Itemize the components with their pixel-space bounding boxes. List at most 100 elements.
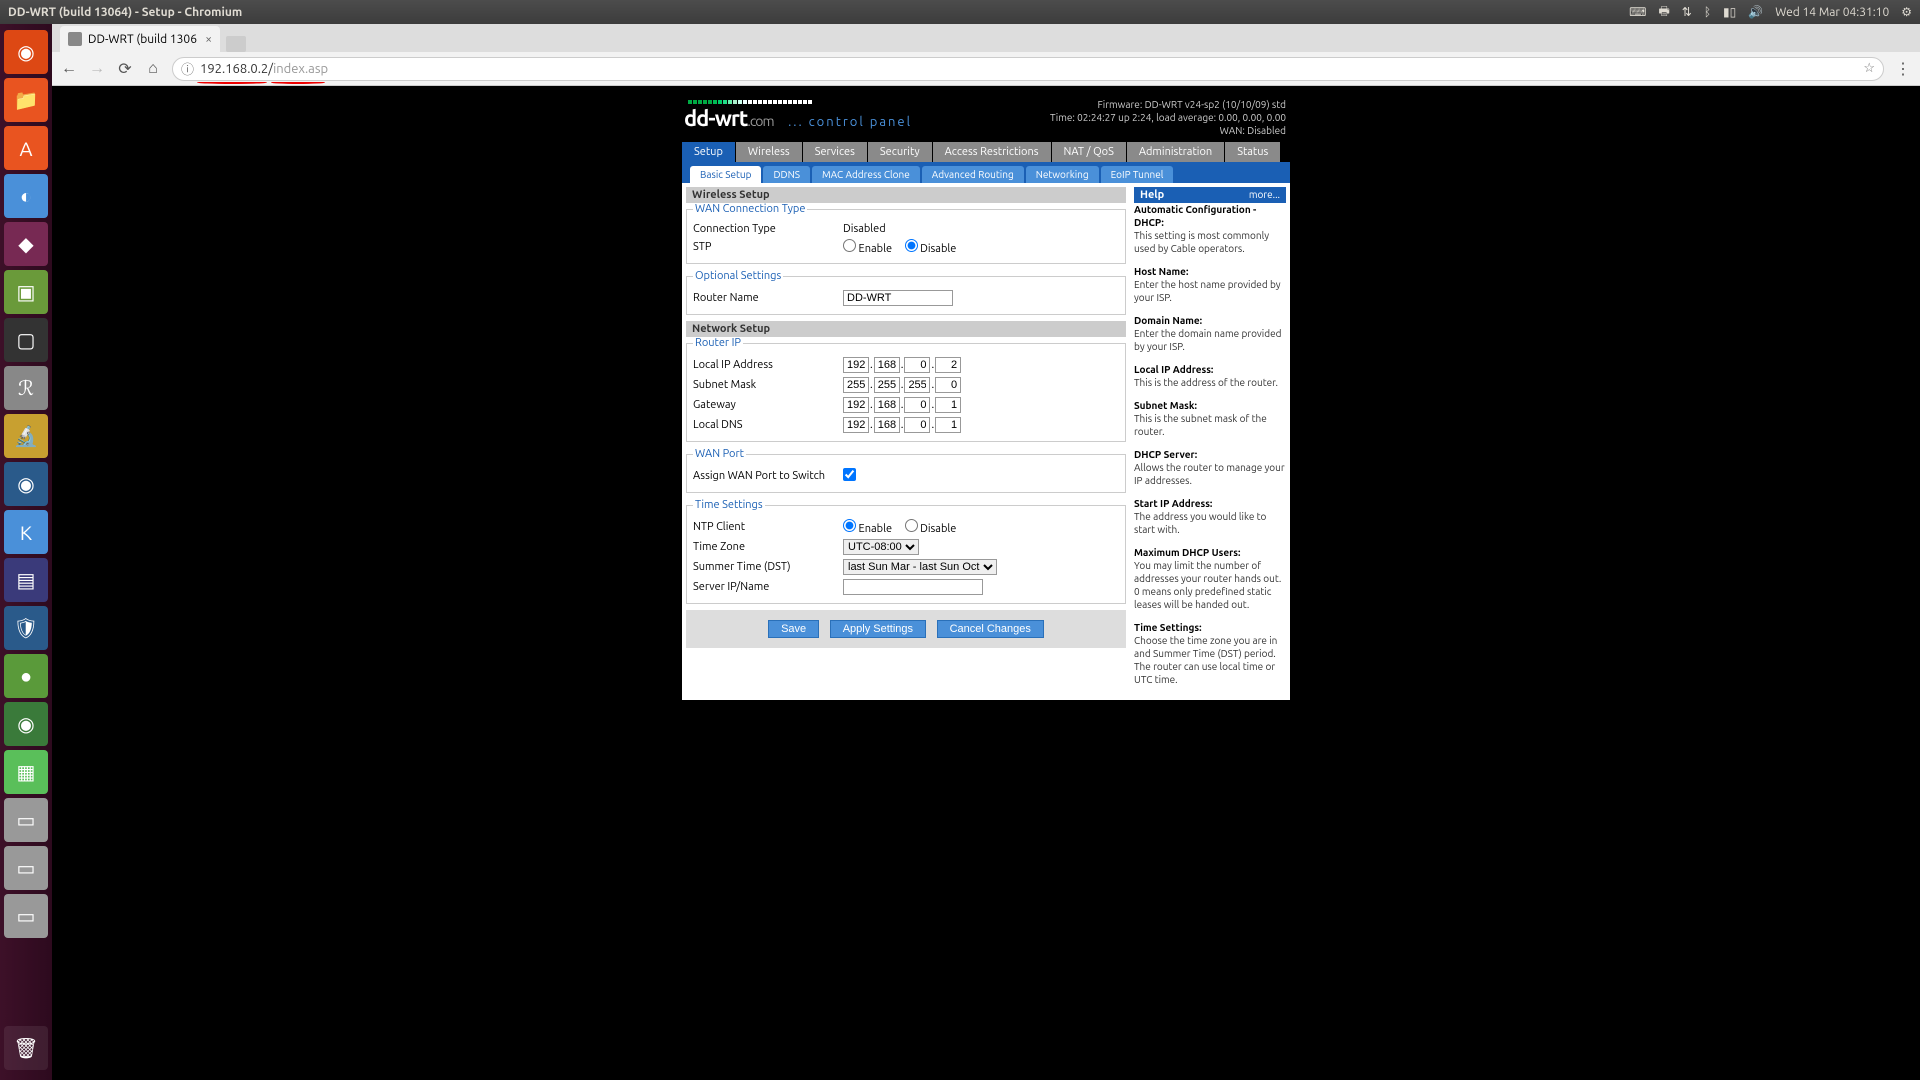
gateway-3[interactable] [935, 397, 961, 413]
address-bar[interactable]: ⓘ 192.168.0.2/index.asp ☆ [172, 57, 1884, 81]
app-icon-14[interactable]: ▭ [4, 894, 48, 938]
ntp-disable-radio[interactable] [905, 519, 918, 532]
router-name-input[interactable] [843, 290, 953, 306]
subtab-mac-clone[interactable]: MAC Address Clone [812, 166, 920, 183]
dns-1[interactable] [874, 417, 900, 433]
help-item: Host Name:Enter the host name provided b… [1134, 265, 1286, 304]
app-icon-12[interactable]: ▭ [4, 798, 48, 842]
server-input[interactable] [843, 579, 983, 595]
chrome-toolbar: ← → ⟳ ⌂ ⓘ 192.168.0.2/index.asp ☆ ⋮ [52, 52, 1920, 86]
tz-select[interactable]: UTC-08:00 [843, 539, 919, 555]
local-ip-3[interactable] [935, 357, 961, 373]
help-item: Maximum DHCP Users:You may limit the num… [1134, 546, 1286, 611]
subtab-basic-setup[interactable]: Basic Setup [690, 166, 761, 183]
gateway-2[interactable] [904, 397, 930, 413]
gateway-0[interactable] [843, 397, 869, 413]
subtab-adv-routing[interactable]: Advanced Routing [922, 166, 1024, 183]
control-panel-label: ... control panel [788, 115, 912, 129]
subnet-3[interactable] [935, 377, 961, 393]
app-icon-4[interactable]: 🔬 [4, 414, 48, 458]
trash-icon[interactable]: 🗑 [4, 1026, 48, 1070]
back-button[interactable]: ← [60, 59, 78, 78]
subtab-eoip[interactable]: EoIP Tunnel [1101, 166, 1174, 183]
header-status: Firmware: DD-WRT v24-sp2 (10/10/09) std … [1050, 98, 1286, 137]
forward-button[interactable]: → [88, 59, 106, 78]
fieldset-router-ip: Router IP Local IP Address ... Subnet Ma… [686, 337, 1126, 442]
browser-tab[interactable]: DD-WRT (build 1306 × [60, 26, 220, 52]
terminal-icon[interactable]: ▢ [4, 318, 48, 362]
url-host: 192.168.0.2/ [200, 62, 273, 76]
tab-security[interactable]: Security [868, 142, 933, 162]
help-item: DHCP Server:Allows the router to manage … [1134, 448, 1286, 487]
stp-enable-radio[interactable] [843, 239, 856, 252]
tab-access-restrictions[interactable]: Access Restrictions [933, 142, 1052, 162]
menu-icon[interactable]: ⋮ [1894, 59, 1912, 78]
stp-disable-radio[interactable] [905, 239, 918, 252]
favicon [68, 32, 82, 46]
app-icon-9[interactable]: ● [4, 654, 48, 698]
app-icon-2[interactable]: ▣ [4, 270, 48, 314]
tab-administration[interactable]: Administration [1127, 142, 1225, 162]
reload-button[interactable]: ⟳ [116, 59, 134, 78]
bookmark-star-icon[interactable]: ☆ [1863, 61, 1875, 76]
software-icon[interactable]: A [4, 126, 48, 170]
local-ip-2[interactable] [904, 357, 930, 373]
app-icon-10[interactable]: ◉ [4, 702, 48, 746]
dns-2[interactable] [904, 417, 930, 433]
cancel-button[interactable]: Cancel Changes [937, 620, 1044, 638]
tab-wireless[interactable]: Wireless [736, 142, 803, 162]
button-row: Save Apply Settings Cancel Changes [686, 610, 1126, 648]
subtab-networking[interactable]: Networking [1026, 166, 1099, 183]
new-tab-button[interactable] [226, 36, 246, 52]
keyboard-icon[interactable]: ⌨ [1629, 5, 1646, 19]
logo-dots [688, 98, 912, 104]
subnet-0[interactable] [843, 377, 869, 393]
subtab-ddns[interactable]: DDNS [763, 166, 810, 183]
app-icon-8[interactable]: 🛡 [4, 606, 48, 650]
app-icon-1[interactable]: ◆ [4, 222, 48, 266]
site-info-icon[interactable]: ⓘ [181, 59, 194, 78]
wifi-icon[interactable]: ⇅ [1682, 5, 1692, 19]
app-icon-7[interactable]: ▤ [4, 558, 48, 602]
battery-icon[interactable]: ▮▯ [1723, 5, 1736, 19]
tab-status[interactable]: Status [1225, 142, 1281, 162]
dst-select[interactable]: last Sun Mar - last Sun Oct [843, 559, 997, 575]
apply-button[interactable]: Apply Settings [830, 620, 926, 638]
fieldset-time: Time Settings NTP Client Enable Disable … [686, 499, 1126, 604]
main-tabs: Setup Wireless Services Security Access … [682, 142, 1290, 162]
tab-nat-qos[interactable]: NAT / QoS [1052, 142, 1127, 162]
dns-0[interactable] [843, 417, 869, 433]
home-button[interactable]: ⌂ [144, 59, 162, 78]
clock[interactable]: Wed 14 Mar 04:31:10 [1775, 6, 1889, 19]
fieldset-wan-port: WAN Port Assign WAN Port to Switch [686, 448, 1126, 493]
ubuntu-dash-icon[interactable]: ◉ [4, 30, 48, 74]
tz-label: Time Zone [693, 541, 843, 553]
help-item: Automatic Configuration - DHCP:This sett… [1134, 203, 1286, 255]
legend-optional: Optional Settings [693, 270, 783, 282]
volume-icon[interactable]: 🔊 [1748, 5, 1763, 19]
chromium-icon[interactable]: ◐ [4, 174, 48, 218]
ntp-enable-radio[interactable] [843, 519, 856, 532]
save-button[interactable]: Save [768, 620, 819, 638]
help-more-link[interactable]: more... [1249, 189, 1280, 201]
gear-icon[interactable]: ⚙ [1901, 5, 1912, 19]
time-line: Time: 02:24:27 up 2:24, load average: 0.… [1050, 111, 1286, 124]
assign-wan-checkbox[interactable] [843, 468, 856, 481]
app-icon-11[interactable]: ▦ [4, 750, 48, 794]
app-icon-5[interactable]: ◉ [4, 462, 48, 506]
tab-setup[interactable]: Setup [682, 142, 736, 162]
tab-services[interactable]: Services [803, 142, 868, 162]
app-icon-3[interactable]: ℛ [4, 366, 48, 410]
local-ip-1[interactable] [874, 357, 900, 373]
dns-3[interactable] [935, 417, 961, 433]
app-icon-6[interactable]: K [4, 510, 48, 554]
local-ip-0[interactable] [843, 357, 869, 373]
subnet-2[interactable] [904, 377, 930, 393]
subnet-1[interactable] [874, 377, 900, 393]
files-icon[interactable]: 📁 [4, 78, 48, 122]
gateway-1[interactable] [874, 397, 900, 413]
tab-close-icon[interactable]: × [205, 33, 212, 46]
bluetooth-icon[interactable]: ᛒ [1704, 6, 1711, 19]
printer-icon[interactable]: 🖶 [1658, 2, 1669, 23]
app-icon-13[interactable]: ▭ [4, 846, 48, 890]
